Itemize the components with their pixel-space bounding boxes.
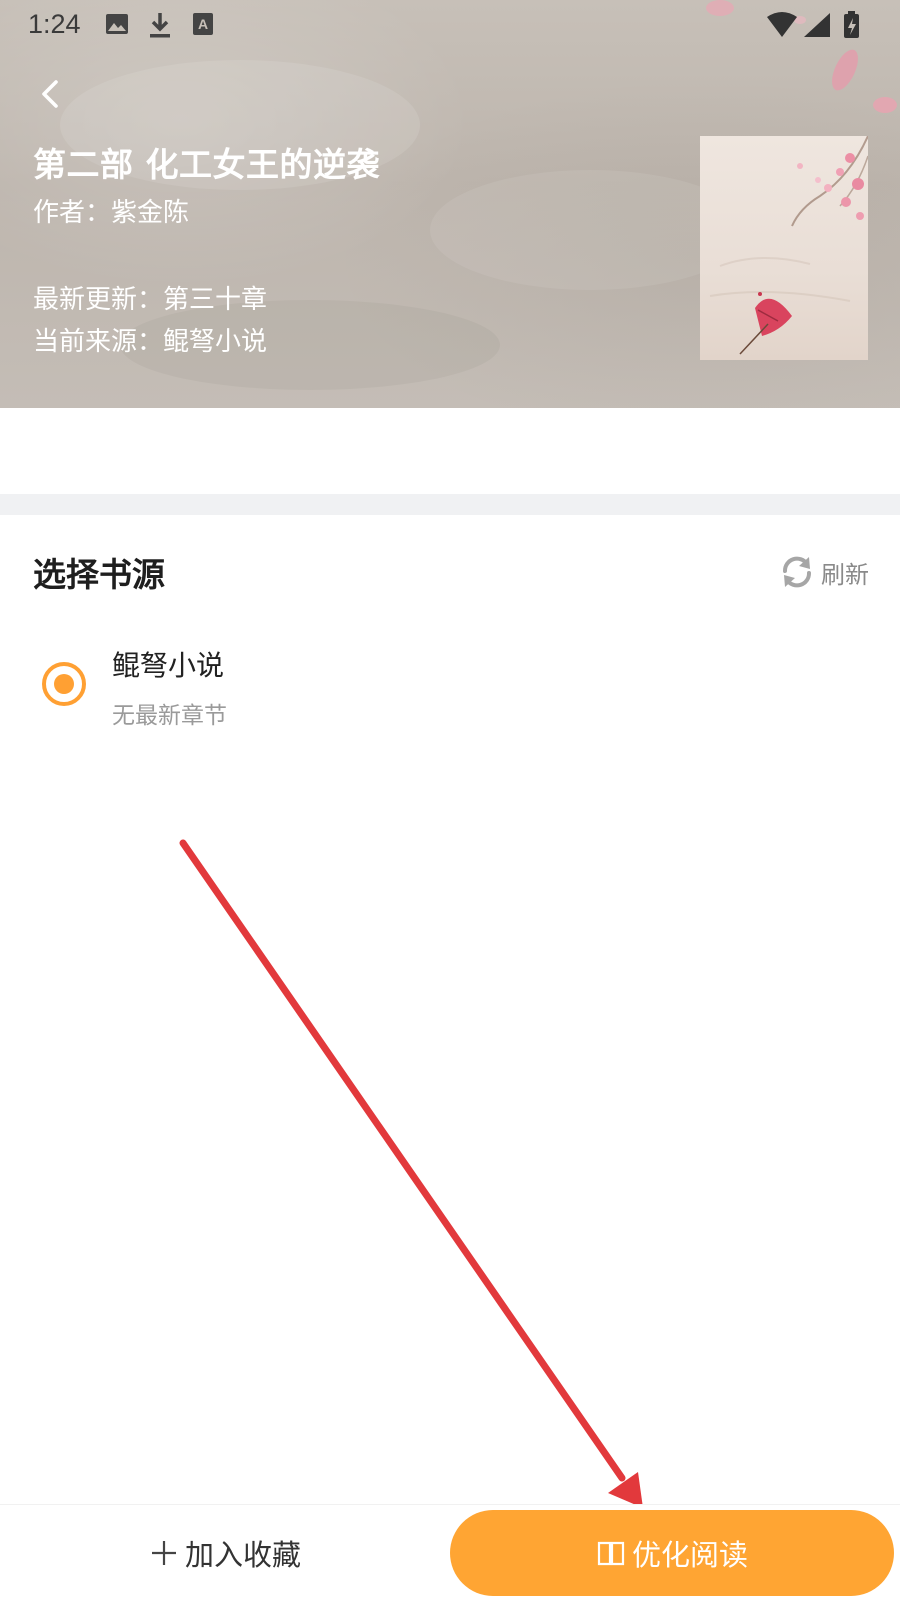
- image-icon: [106, 14, 128, 34]
- refresh-icon: [782, 556, 812, 588]
- section-divider: [0, 494, 900, 515]
- download-icon: [150, 13, 170, 38]
- optimized-reading-label: 优化阅读: [631, 1538, 748, 1572]
- source-name: 鲲弩小说: [112, 649, 225, 682]
- book-title: 第二部 化工女王的逆袭: [33, 145, 380, 184]
- keyboard-a-icon: A: [193, 13, 213, 35]
- latest-update: 最新更新：第三十章: [33, 285, 268, 315]
- bottom-action-bar: 加入收藏 优化阅读: [0, 1504, 900, 1600]
- signal-icon: [804, 13, 830, 37]
- add-to-favorites-label: 加入收藏: [184, 1538, 301, 1572]
- plus-icon: [151, 1541, 176, 1565]
- optimized-reading-button[interactable]: 优化阅读: [450, 1510, 894, 1596]
- status-time: 1:24: [28, 9, 81, 39]
- section-title: 选择书源: [33, 555, 165, 594]
- back-button[interactable]: [28, 72, 72, 116]
- wifi-icon: [767, 12, 797, 37]
- battery-icon: [844, 11, 859, 38]
- source-list-item[interactable]: 鲲弩小说 无最新章节: [0, 628, 900, 738]
- status-bar: 1:24 A: [0, 0, 900, 50]
- cover-art: [709, 136, 868, 355]
- source-subtitle: 无最新章节: [112, 703, 227, 729]
- current-source: 当前来源：鲲弩小说: [33, 327, 268, 357]
- book-author: 作者：紫金陈: [33, 198, 190, 228]
- radio-selected-icon[interactable]: [42, 662, 86, 706]
- svg-text:A: A: [198, 16, 208, 32]
- book-cover[interactable]: [700, 136, 868, 360]
- book-header: 1:24 A 第二部 化工女王的逆袭 作者：紫金陈 最新更新：第三十章 当前来源…: [0, 0, 900, 408]
- status-right-group: [764, 9, 874, 39]
- book-icon: [597, 1541, 625, 1566]
- refresh-label: 刷新: [821, 560, 869, 589]
- add-to-favorites-button[interactable]: 加入收藏: [0, 1505, 450, 1600]
- chevron-left-icon: [42, 80, 58, 108]
- radio-dot: [54, 674, 74, 694]
- refresh-button[interactable]: 刷新: [779, 552, 869, 592]
- system-icons: [767, 11, 859, 38]
